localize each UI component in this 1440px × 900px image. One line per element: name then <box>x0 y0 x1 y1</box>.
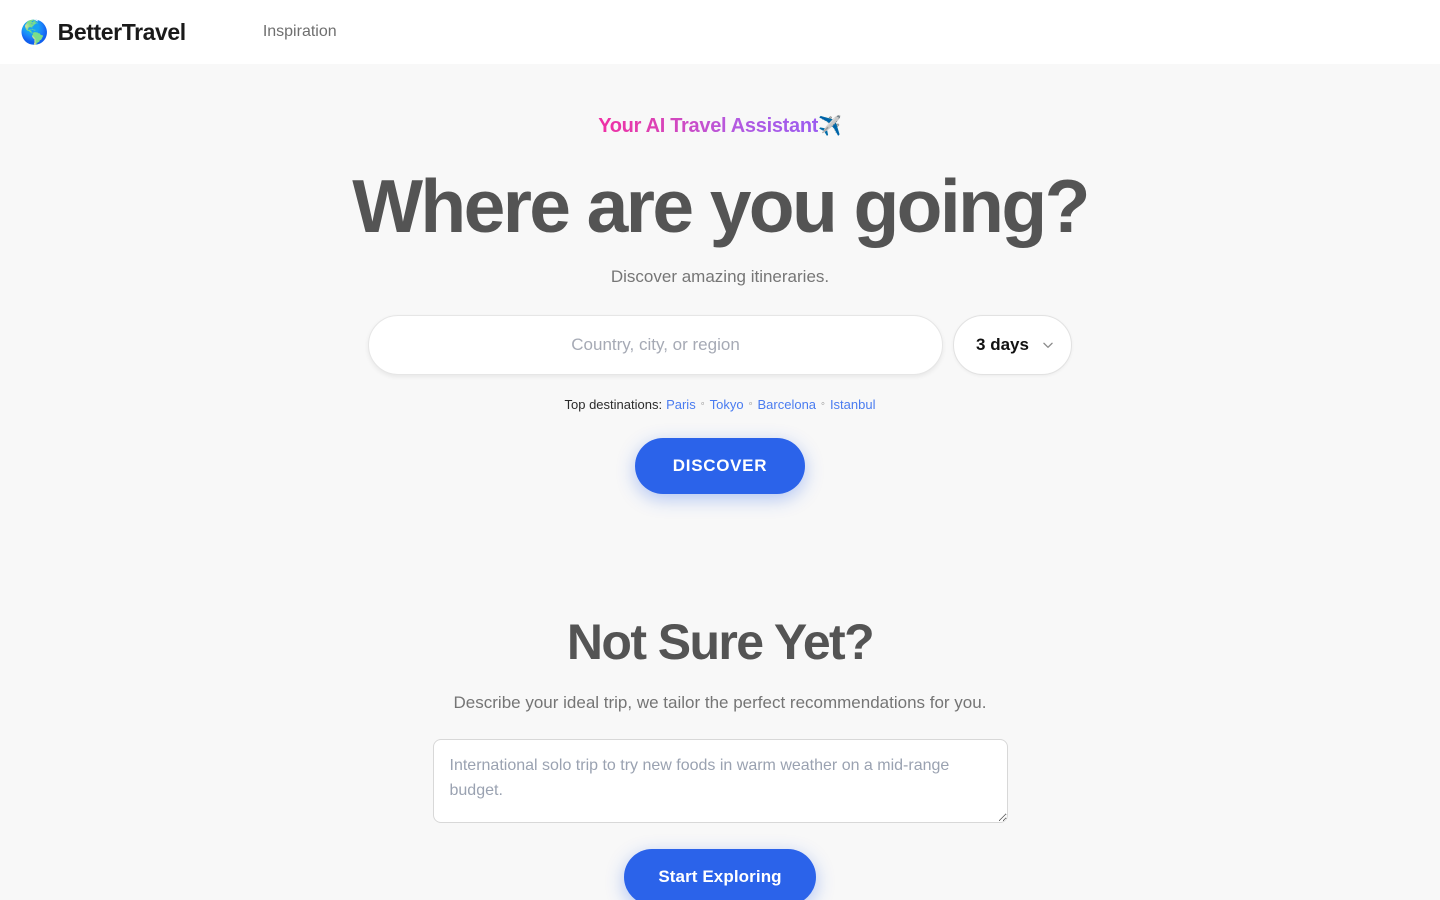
discover-button[interactable]: DISCOVER <box>634 437 806 494</box>
trip-duration-dropdown[interactable]: 3 days <box>953 314 1072 375</box>
separator-dot: ◦ <box>821 398 825 411</box>
top-destinations-label: Top destinations: <box>564 396 663 412</box>
top-destinations: Top destinations: Paris ◦ Tokyo ◦ Barcel… <box>565 397 876 412</box>
top-destination-istanbul[interactable]: Istanbul <box>830 397 876 412</box>
app-header: 🌎 BetterTravel Inspiration <box>0 0 1440 64</box>
brand-name: BetterTravel <box>57 18 187 45</box>
brand-logo-link[interactable]: 🌎 BetterTravel <box>20 19 186 46</box>
globe-americas-icon: 🌎 <box>20 18 49 45</box>
not-sure-title: Not Sure Yet? <box>566 613 875 670</box>
main-content: Your AI Travel Assistant✈️ Where are you… <box>0 64 1440 900</box>
hero-section: Your AI Travel Assistant✈️ Where are you… <box>0 64 1440 494</box>
not-sure-subtitle: Describe your ideal trip, we tailor the … <box>453 692 987 712</box>
separator-dot: ◦ <box>700 398 705 411</box>
destination-search-input[interactable] <box>368 314 944 375</box>
hero-tagline-wrap: Your AI Travel Assistant✈️ <box>598 114 842 138</box>
not-sure-section: Not Sure Yet? Describe your ideal trip, … <box>0 613 1440 900</box>
trip-duration-value: 3 days <box>976 334 1029 354</box>
top-destination-barcelona[interactable]: Barcelona <box>757 397 816 412</box>
top-destination-paris[interactable]: Paris <box>666 397 696 412</box>
hero-subtitle: Discover amazing itineraries. <box>610 266 830 286</box>
main-nav: Inspiration <box>263 23 337 41</box>
separator-dot: ◦ <box>748 398 753 411</box>
hero-tagline: Your AI Travel Assistant <box>598 115 819 137</box>
nav-item-inspiration[interactable]: Inspiration <box>263 23 337 41</box>
airplane-icon: ✈️ <box>818 116 842 137</box>
page-title: Where are you going? <box>352 164 1090 248</box>
chevron-down-icon <box>1043 342 1053 348</box>
trip-description-textarea[interactable] <box>432 738 1008 823</box>
search-row: 3 days <box>368 314 1072 375</box>
start-exploring-button[interactable]: Start Exploring <box>624 848 816 900</box>
top-destination-tokyo[interactable]: Tokyo <box>710 397 744 412</box>
